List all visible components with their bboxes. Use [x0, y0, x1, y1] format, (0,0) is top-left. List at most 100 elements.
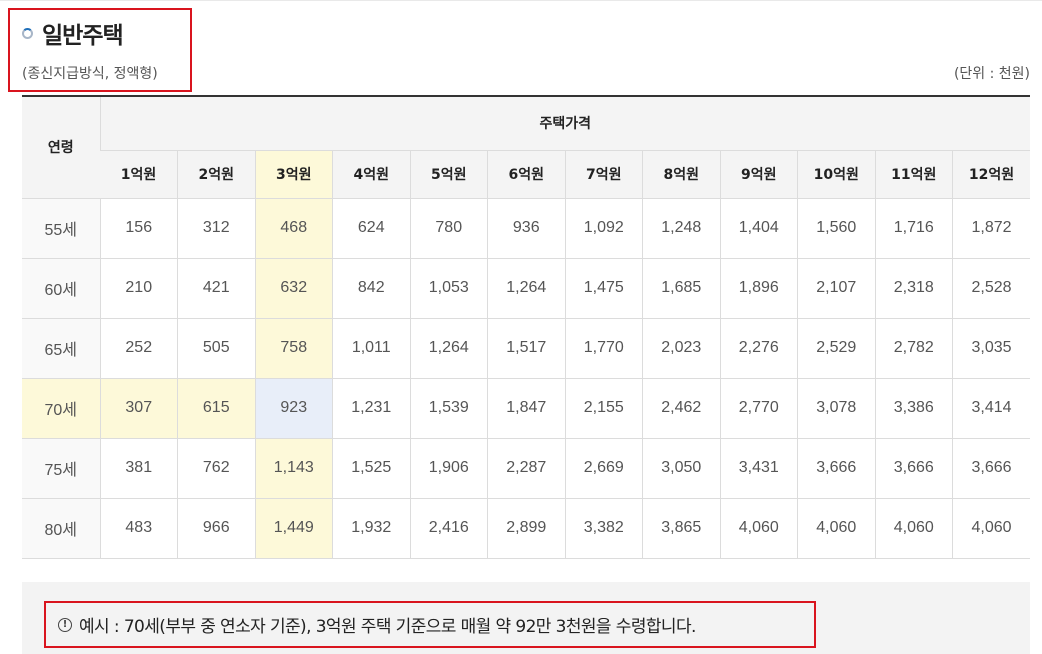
- price-column-header: 3억원: [254, 150, 333, 199]
- value-cell: 1,685: [642, 258, 720, 319]
- table-row: 65세 252 505 758 1,011 1,264 1,517 1,770 2,023 2,2…: [22, 318, 1030, 379]
- value-cell: 780: [409, 198, 488, 259]
- value-cell: 1,404: [719, 198, 798, 259]
- value-cell: 3,666: [952, 438, 1030, 499]
- table-row: 60세 210 421 632 842 1,053 1,264 1,475 1,685 1,896…: [22, 258, 1030, 319]
- value-cell: 762: [177, 438, 255, 499]
- info-icon: !: [58, 617, 72, 632]
- value-cell: 1,475: [564, 258, 643, 319]
- price-column-header: 1억원: [100, 150, 178, 199]
- value-cell: 1,449: [254, 498, 333, 560]
- table-row: 55세 156 312 468 624 780 936 1,092 1,248 1,404 1,56…: [22, 198, 1030, 259]
- section-subtitle: (종신지급방식, 정액형): [22, 66, 158, 82]
- value-cell: 2,318: [874, 258, 953, 319]
- value-cell: 483: [99, 498, 178, 560]
- value-cell: 2,899: [487, 498, 565, 560]
- value-cell: 2,107: [797, 258, 875, 319]
- value-cell: 3,078: [797, 378, 875, 439]
- value-cell: 3,382: [564, 498, 643, 560]
- price-column-header: 6억원: [487, 150, 565, 199]
- value-cell: 1,539: [409, 378, 488, 439]
- value-cell: 1,011: [332, 318, 410, 379]
- value-cell: 936: [487, 198, 565, 259]
- age-cell: 65세: [22, 318, 100, 379]
- value-cell: 3,414: [952, 378, 1030, 439]
- value-cell: 2,155: [564, 378, 643, 439]
- value-cell: 312: [177, 198, 255, 259]
- value-cell: 156: [99, 198, 178, 259]
- price-column-header: 5억원: [409, 150, 488, 199]
- value-cell: 2,528: [952, 258, 1030, 319]
- value-cell: 1,560: [797, 198, 875, 259]
- value-cell: 624: [332, 198, 410, 259]
- value-cell: 2,529: [797, 318, 875, 379]
- value-cell: 2,462: [642, 378, 720, 439]
- table-row: 80세 483 966 1,449 1,932 2,416 2,899 3,382 3,865 4…: [22, 498, 1030, 560]
- value-cell: 307: [99, 378, 178, 439]
- value-cell: 4,060: [797, 498, 875, 560]
- age-cell: 75세: [22, 438, 100, 499]
- value-cell: 2,770: [719, 378, 798, 439]
- price-column-header: 11억원: [874, 150, 953, 199]
- value-cell: 923: [254, 378, 333, 439]
- price-column-header: 4억원: [332, 150, 410, 199]
- value-cell: 1,092: [564, 198, 643, 259]
- age-cell: 60세: [22, 258, 100, 319]
- value-cell: 381: [99, 438, 178, 499]
- value-cell: 1,847: [487, 378, 565, 439]
- value-cell: 1,932: [332, 498, 410, 560]
- value-cell: 3,050: [642, 438, 720, 499]
- value-cell: 1,264: [409, 318, 488, 379]
- value-cell: 1,770: [564, 318, 643, 379]
- value-cell: 1,248: [642, 198, 720, 259]
- value-cell: 2,669: [564, 438, 643, 499]
- section-title: 일반주택: [42, 23, 124, 49]
- section-header: 일반주택: [22, 16, 124, 50]
- value-cell: 421: [177, 258, 255, 319]
- pension-table: 연령 주택가격 1억원 2억원 3억원 4억원 5억원 6억원 7억원 8억원 9억원 10억원 1…: [22, 95, 1030, 560]
- value-cell: 3,431: [719, 438, 798, 499]
- unit-label: (단위 : 천원): [953, 66, 1030, 82]
- price-column-header: 10억원: [797, 150, 875, 199]
- bullet-ring-icon: [22, 27, 33, 39]
- value-cell: 3,666: [874, 438, 953, 499]
- value-cell: 2,287: [487, 438, 565, 499]
- example-note: ! 예시 : 70세(부부 중 연소자 기준), 3억원 주택 기준으로 매월 …: [44, 601, 816, 648]
- value-cell: 4,060: [952, 498, 1030, 560]
- age-column-header: 연령: [22, 96, 100, 199]
- value-cell: 632: [254, 258, 333, 319]
- age-cell: 55세: [22, 198, 100, 259]
- price-column-header: 12억원: [952, 150, 1030, 199]
- value-cell: 1,053: [409, 258, 488, 319]
- value-cell: 1,143: [254, 438, 333, 499]
- example-note-text: 예시 : 70세(부부 중 연소자 기준), 3억원 주택 기준으로 매월 약 …: [79, 617, 696, 637]
- value-cell: 468: [254, 198, 333, 259]
- top-divider: [0, 0, 1042, 1]
- value-cell: 2,276: [719, 318, 798, 379]
- value-cell: 1,906: [409, 438, 488, 499]
- value-cell: 1,896: [719, 258, 798, 319]
- value-cell: 1,525: [332, 438, 410, 499]
- value-cell: 1,872: [952, 198, 1030, 259]
- value-cell: 758: [254, 318, 333, 379]
- price-column-header: 7억원: [564, 150, 643, 199]
- value-cell: 3,035: [952, 318, 1030, 379]
- value-cell: 252: [99, 318, 178, 379]
- value-cell: 1,231: [332, 378, 410, 439]
- value-cell: 4,060: [719, 498, 798, 560]
- value-cell: 1,264: [487, 258, 565, 319]
- age-cell: 70세: [22, 378, 100, 439]
- value-cell: 1,716: [874, 198, 953, 259]
- age-cell: 80세: [22, 498, 100, 560]
- value-cell: 615: [177, 378, 255, 439]
- value-cell: 2,416: [409, 498, 488, 560]
- table-row: 75세 381 762 1,143 1,525 1,906 2,287 2,669 3,050 3…: [22, 438, 1030, 499]
- value-cell: 3,865: [642, 498, 720, 560]
- value-cell: 2,782: [874, 318, 953, 379]
- value-cell: 505: [177, 318, 255, 379]
- value-cell: 4,060: [874, 498, 953, 560]
- price-column-header: 2억원: [177, 150, 255, 199]
- value-cell: 842: [332, 258, 410, 319]
- table-row: 70세 307 615 923 1,231 1,539 1,847 2,155 2,462 2,7…: [22, 378, 1030, 439]
- value-cell: 2,023: [642, 318, 720, 379]
